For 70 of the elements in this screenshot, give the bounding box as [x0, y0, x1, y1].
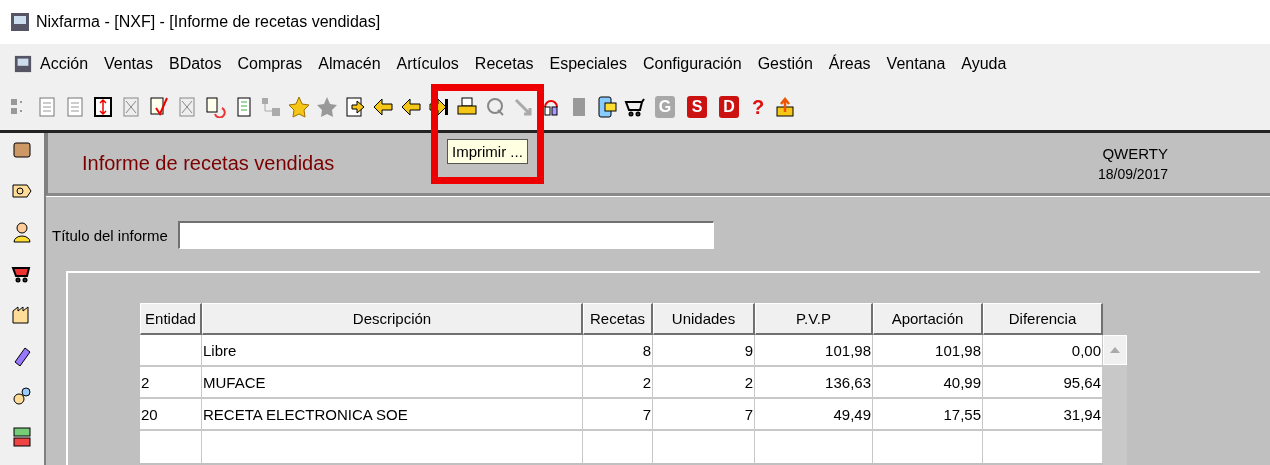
table-cell: Libre [202, 335, 583, 367]
search-icon[interactable] [484, 96, 506, 118]
toolbar-button[interactable]: S [687, 96, 707, 118]
scrollbar[interactable] [1103, 335, 1127, 465]
toolbar-button[interactable]: D [719, 96, 739, 118]
menu-item[interactable]: BDatos [160, 55, 230, 73]
person-icon[interactable] [11, 221, 33, 243]
menu-item[interactable]: Áreas [820, 55, 879, 73]
column-header[interactable]: Entidad [140, 303, 202, 335]
tooltip: Imprimir ... [447, 139, 528, 164]
table-cell: 2 [140, 367, 202, 399]
table-cell [140, 335, 202, 367]
menu-item[interactable]: Acción [32, 55, 97, 73]
table-cell: 0,00 [983, 335, 1103, 367]
document-arrow-icon[interactable] [344, 96, 366, 118]
frame-arrows-icon[interactable] [92, 96, 114, 118]
table-cell: 9 [653, 335, 755, 367]
arrow-right-icon[interactable] [428, 96, 450, 118]
star-icon[interactable] [288, 96, 310, 118]
column-header[interactable]: Unidades [653, 303, 755, 335]
table-cell: 7 [583, 399, 653, 431]
menu-item[interactable]: Configuración [634, 55, 750, 73]
menu-item[interactable]: Ayuda [953, 55, 1015, 73]
app-logo-icon [10, 12, 30, 32]
menu-item[interactable]: Gestión [749, 55, 821, 73]
arrow-left-icon[interactable] [372, 96, 394, 118]
document-refresh-icon[interactable] [204, 96, 226, 118]
arrow-left-icon[interactable] [400, 96, 422, 118]
column-header[interactable]: P.V.P [755, 303, 873, 335]
menu-item[interactable]: Especiales [541, 55, 635, 73]
user-name: QWERTY [1102, 144, 1168, 162]
report-title: Informe de recetas vendidas [82, 151, 335, 175]
column-header[interactable]: Aportación [873, 303, 983, 335]
phone-mail-icon[interactable] [596, 96, 618, 118]
table-cell: 2 [583, 367, 653, 399]
column-header[interactable]: Recetas [583, 303, 653, 335]
table-cell: 17,55 [873, 399, 983, 431]
menu-item[interactable]: Almacén [310, 55, 389, 73]
table-cell: 40,99 [873, 367, 983, 399]
input-field[interactable] [177, 221, 714, 249]
field-label: Título del informe [52, 226, 168, 244]
table-cell: 7 [653, 399, 755, 431]
table-cell: 95,64 [983, 367, 1103, 399]
column-header[interactable]: Descripción [202, 303, 583, 335]
table-cell: 2 [653, 367, 755, 399]
arrow-up-icon [1110, 347, 1120, 353]
table-cell: 20 [140, 399, 202, 431]
star-icon[interactable] [316, 96, 338, 118]
table-cell: 101,98 [873, 335, 983, 367]
table-cell: 8 [583, 335, 653, 367]
date-text: 18/09/2017 [1097, 165, 1168, 182]
table-cell: 49,49 [755, 399, 873, 431]
table-cell: 136,63 [755, 367, 873, 399]
menu-item[interactable]: Ventas [96, 55, 161, 73]
menu-item[interactable]: Recetas [466, 55, 542, 73]
checklist-icon[interactable] [148, 96, 170, 118]
menu-item[interactable]: Ventana [878, 55, 954, 73]
cart-icon[interactable] [624, 96, 646, 118]
upload-icon[interactable] [774, 96, 796, 118]
table-cell: MUFACE [202, 367, 583, 399]
menu-item[interactable]: Compras [229, 55, 311, 73]
table-cell: RECETA ELECTRONICA SOE [202, 399, 583, 431]
menu-item[interactable]: Artículos [388, 55, 467, 73]
table-cell: 101,98 [755, 335, 873, 367]
help-button[interactable]: ? [748, 96, 768, 118]
pills-icon[interactable] [11, 385, 33, 407]
window-title: Nixfarma - [NXF] - [Informe de recetas vendidas] [36, 13, 381, 31]
column-header[interactable]: Diferencia [983, 303, 1103, 335]
table-cell: 31,94 [983, 399, 1103, 431]
app-logo-icon [14, 55, 32, 73]
